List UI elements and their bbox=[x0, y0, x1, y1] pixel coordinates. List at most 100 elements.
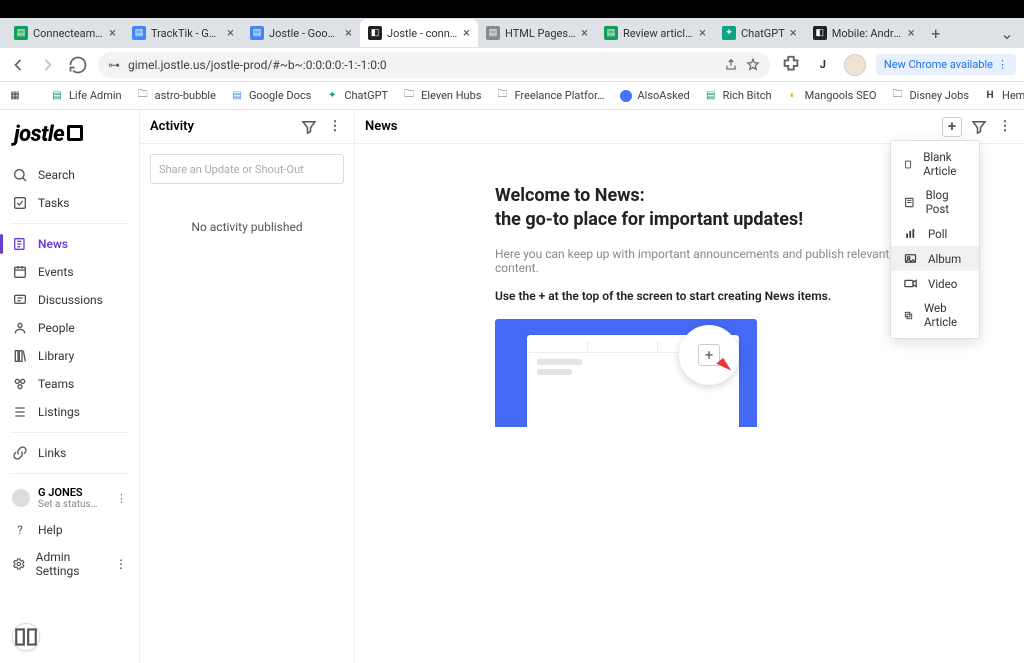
tab-close-icon[interactable]: × bbox=[227, 26, 234, 41]
sidebar-item-label: News bbox=[38, 237, 68, 251]
tab-close-icon[interactable]: × bbox=[581, 26, 588, 41]
activity-column: Activity ⋮ Share an Update or Shout-Out … bbox=[140, 110, 355, 663]
news-header: News + ⋮ bbox=[355, 110, 1024, 144]
activity-filter-icon[interactable] bbox=[300, 118, 318, 136]
tab-close-icon[interactable]: × bbox=[699, 26, 706, 41]
user-more-icon[interactable]: ⋮ bbox=[116, 492, 127, 505]
share-icon[interactable] bbox=[724, 54, 738, 76]
teams-icon bbox=[12, 376, 28, 392]
sidebar-user[interactable]: G JONES Set a status… ⋮ bbox=[0, 480, 139, 516]
admin-more-icon[interactable]: ⋮ bbox=[115, 557, 127, 571]
new-tab-button[interactable]: + bbox=[923, 20, 949, 46]
sidebar-item-help[interactable]: ? Help bbox=[0, 516, 139, 544]
bookmark-item[interactable]: ◐Mangools SEO bbox=[786, 89, 877, 103]
create-menu-label: Poll bbox=[928, 227, 947, 241]
blog-icon bbox=[903, 195, 916, 210]
shout-out-input[interactable]: Share an Update or Shout-Out bbox=[150, 154, 344, 184]
tab-label: TrackTik - Google Do bbox=[151, 27, 222, 40]
extensions-icon[interactable] bbox=[780, 54, 802, 76]
bookmark-icon: 🗀 bbox=[402, 89, 416, 103]
tabs-dropdown-button[interactable]: ⌄ bbox=[996, 24, 1018, 43]
browser-tab[interactable]: ▤HTML Pages: Bring Y× bbox=[478, 19, 596, 47]
create-menu-item-blog[interactable]: Blog Post bbox=[891, 183, 979, 221]
sidebar-item-links[interactable]: Links bbox=[0, 439, 139, 467]
tab-close-icon[interactable]: × bbox=[790, 26, 797, 41]
bookmark-star-icon[interactable] bbox=[746, 54, 760, 76]
bookmark-icon: ▤ bbox=[50, 89, 64, 103]
bookmark-item[interactable]: AlsoAsked bbox=[619, 89, 690, 103]
bookmark-item[interactable]: H Hemingway Editor bbox=[983, 89, 1024, 103]
tab-close-icon[interactable]: × bbox=[908, 26, 915, 41]
bookmark-item[interactable]: ▤Rich Bitch bbox=[704, 89, 772, 103]
bookmark-item[interactable]: 🗀astro-bubble bbox=[136, 89, 216, 103]
create-menu-item-album[interactable]: Album bbox=[891, 246, 979, 271]
bookmark-item[interactable]: 🗀Freelance Platfor… bbox=[495, 89, 604, 103]
browser-tab[interactable]: ▤Jostle - Google Docs× bbox=[242, 19, 360, 47]
bookmark-icon: ▤ bbox=[230, 89, 244, 103]
sidebar-item-label: Library bbox=[38, 349, 74, 363]
bookmark-label: Freelance Platfor… bbox=[514, 89, 604, 102]
bookmark-item[interactable]: 🗀Disney Jobs bbox=[890, 89, 969, 103]
site-info-icon[interactable]: ⊶ bbox=[108, 58, 120, 72]
activity-title: Activity bbox=[150, 119, 194, 134]
tab-close-icon[interactable]: × bbox=[345, 26, 352, 41]
apps-shortcut[interactable]: ▦ bbox=[8, 89, 22, 103]
bookmark-label: Hemingway Editor bbox=[1002, 89, 1024, 102]
bookmark-item[interactable]: ▤Google Docs bbox=[230, 89, 311, 103]
tab-label: Jostle - Google Docs bbox=[269, 27, 340, 40]
sidebar-item-label: Listings bbox=[38, 405, 80, 419]
poll-icon bbox=[903, 226, 918, 241]
extension-j-icon[interactable]: J bbox=[812, 54, 834, 76]
chrome-update-button[interactable]: New Chrome available⋮ bbox=[876, 54, 1016, 75]
news-filter-icon[interactable] bbox=[970, 118, 988, 136]
bookmark-item[interactable]: ▤Life Admin bbox=[50, 89, 122, 103]
sidebar-item-people[interactable]: People bbox=[0, 314, 139, 342]
help-icon: ? bbox=[12, 522, 28, 538]
browser-tab[interactable]: ▤TrackTik - Google Do× bbox=[124, 19, 242, 47]
sidebar-item-admin[interactable]: Admin Settings ⋮ bbox=[0, 544, 139, 584]
bookmark-label: astro-bubble bbox=[155, 89, 216, 102]
bookmark-label: Disney Jobs bbox=[909, 89, 969, 102]
browser-tab[interactable]: ✦ChatGPT× bbox=[714, 19, 805, 47]
reload-button[interactable] bbox=[68, 55, 88, 75]
sidebar-item-news[interactable]: News bbox=[0, 230, 139, 258]
bookmark-label: ChatGPT bbox=[344, 89, 388, 102]
jostle-logo[interactable]: jostle bbox=[0, 118, 139, 161]
browser-tab[interactable]: ◧Jostle - connected b× bbox=[360, 19, 478, 47]
sidebar-item-teams[interactable]: Teams bbox=[0, 370, 139, 398]
sidebar-item-search[interactable]: Search bbox=[0, 161, 139, 189]
sidebar-item-events[interactable]: Events bbox=[0, 258, 139, 286]
apps-icon: ▦ bbox=[8, 89, 22, 103]
back-button[interactable] bbox=[8, 55, 28, 75]
sidebar-item-library[interactable]: Library bbox=[0, 342, 139, 370]
sidebar-item-tasks[interactable]: Tasks bbox=[0, 189, 139, 217]
reader-mode-button[interactable] bbox=[12, 623, 40, 651]
profile-avatar[interactable] bbox=[844, 54, 866, 76]
search-icon bbox=[12, 167, 28, 183]
sidebar-item-discussions[interactable]: Discussions bbox=[0, 286, 139, 314]
create-menu-item-video[interactable]: Video bbox=[891, 271, 979, 296]
browser-tab[interactable]: ◧Mobile: Andriod & IO× bbox=[805, 19, 923, 47]
browser-tab[interactable]: ▤Review articles verd× bbox=[596, 19, 714, 47]
browser-tab[interactable]: ▤Connecteam Hub - G× bbox=[6, 19, 124, 47]
create-menu-item-web[interactable]: Web Article bbox=[891, 296, 979, 334]
tab-label: ChatGPT bbox=[741, 27, 785, 40]
address-bar[interactable]: ⊶ gimel.jostle.us/jostle-prod/#~b~:0:0:0… bbox=[98, 52, 770, 78]
news-more-icon[interactable]: ⋮ bbox=[996, 118, 1014, 136]
tab-favicon: ◧ bbox=[368, 26, 382, 40]
create-menu-item-poll[interactable]: Poll bbox=[891, 221, 979, 246]
sidebar-item-listings[interactable]: Listings bbox=[0, 398, 139, 426]
bookmark-icon: H bbox=[983, 89, 997, 103]
tab-close-icon[interactable]: × bbox=[463, 26, 470, 41]
bookmark-item[interactable]: ✦ChatGPT bbox=[325, 89, 388, 103]
bookmark-icon: ◐ bbox=[786, 89, 800, 103]
activity-more-icon[interactable]: ⋮ bbox=[326, 118, 344, 136]
create-menu-item-blank[interactable]: Blank Article bbox=[891, 145, 979, 183]
tab-favicon: ◧ bbox=[813, 26, 827, 40]
bookmark-item[interactable]: 🗀Eleven Hubs bbox=[402, 89, 481, 103]
activity-header: Activity ⋮ bbox=[140, 110, 354, 144]
news-add-button[interactable]: + bbox=[942, 117, 962, 137]
tab-close-icon[interactable]: × bbox=[109, 26, 116, 41]
news-create-menu: Blank ArticleBlog Post Poll AlbumVideoWeb … bbox=[890, 140, 980, 339]
forward-button[interactable] bbox=[38, 55, 58, 75]
